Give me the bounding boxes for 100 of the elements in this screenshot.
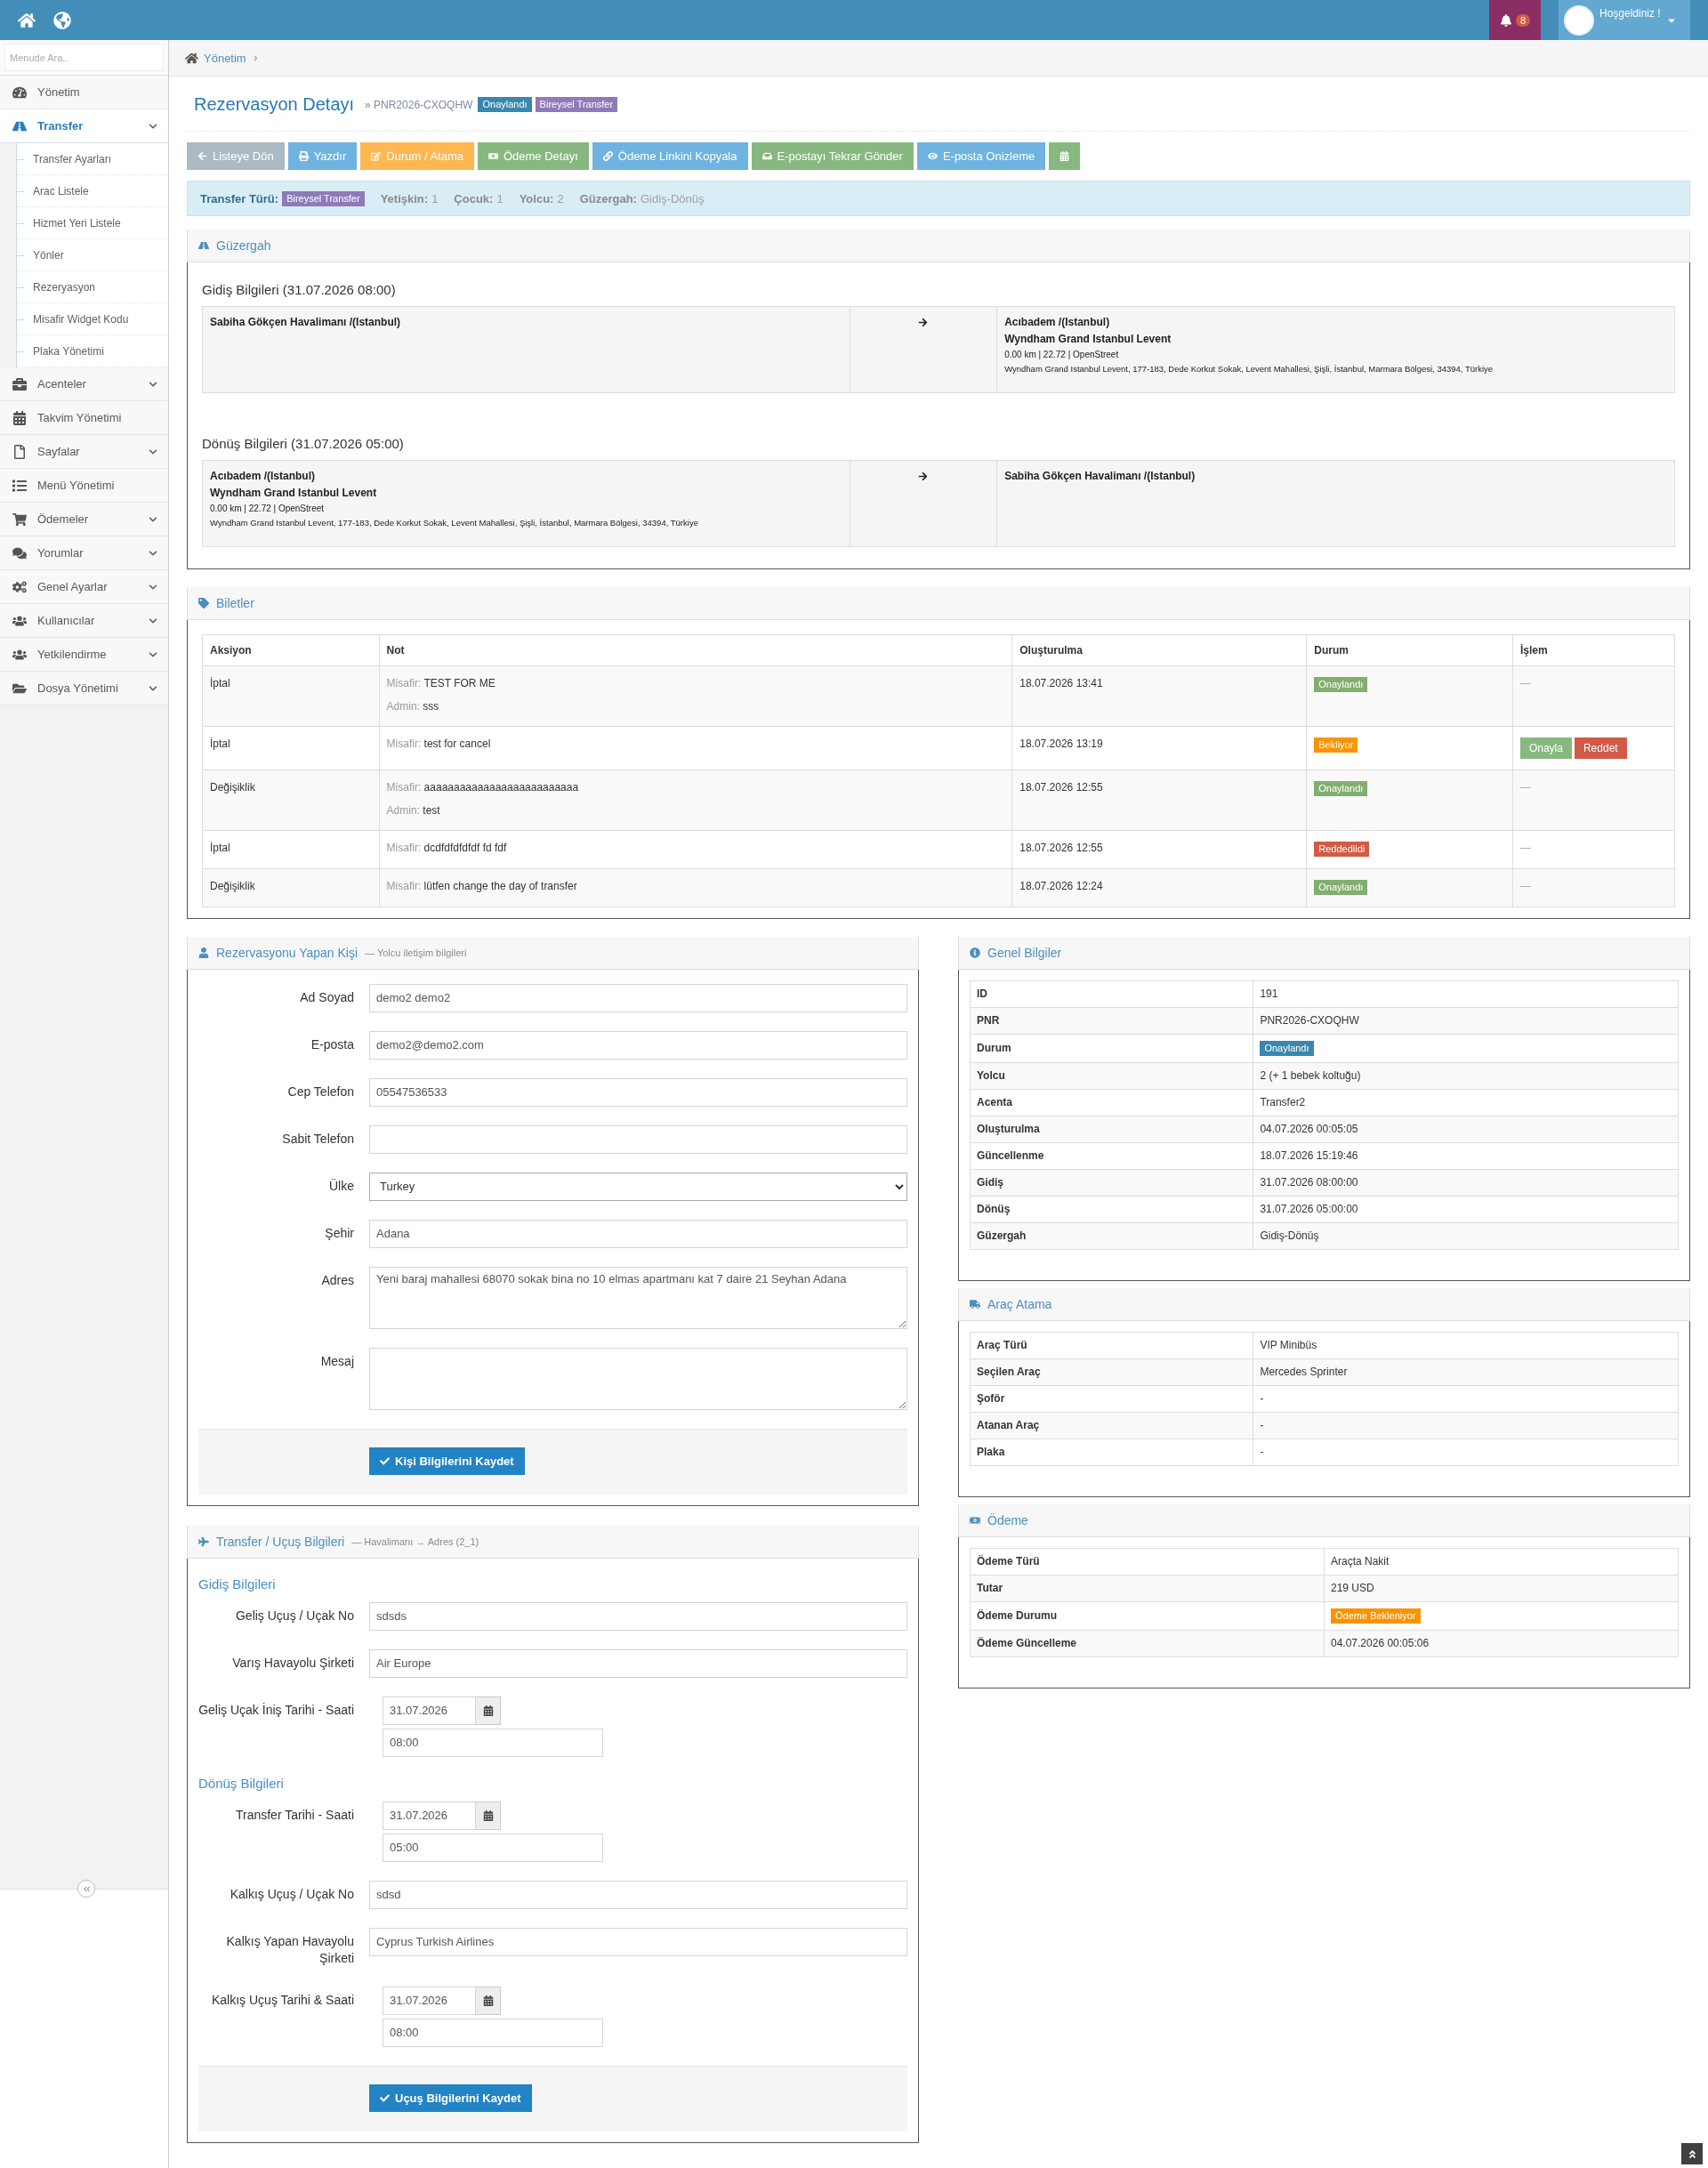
calendar-icon (11, 410, 28, 425)
sidebar-item[interactable]: Menü Yönetimi (0, 469, 168, 503)
empty-dash: — (1519, 879, 1531, 892)
action-button[interactable]: Reddet (1574, 737, 1627, 760)
calendar-button[interactable] (476, 1986, 501, 2015)
summary-label: Güzergah: (579, 191, 637, 206)
summary-label: Yetişkin: (380, 191, 429, 206)
sidebar-item[interactable]: Yorumlar (0, 536, 168, 570)
sidebar-subitem[interactable]: Yönler (17, 239, 168, 271)
sidebar-item[interactable]: Takvim Yönetimi (0, 401, 168, 435)
field-label: Geliş Uçuş / Uçak No (234, 1607, 354, 1624)
link-icon (602, 151, 613, 161)
chat-icon (11, 545, 28, 560)
sidebar-item[interactable]: Genel Ayarlar (0, 570, 168, 604)
calendar-button[interactable] (476, 1801, 501, 1830)
plane-icon (198, 1535, 209, 1547)
field-label: E-posta (310, 1036, 354, 1053)
row-value: Mercedes Sprinter (1253, 1358, 1679, 1386)
distance-text: 0.00 km | 22.72 | OpenStreet (1004, 350, 1120, 359)
save-button[interactable]: Uçuş Bilgilerini Kaydet (369, 2083, 532, 2112)
input-field[interactable] (369, 1124, 907, 1154)
sidebar-item[interactable]: Yetkilendirme (0, 638, 168, 672)
sidebar-item[interactable]: Kullanıcılar (0, 604, 168, 638)
row-value: 219 USD (1324, 1575, 1679, 1602)
truck-icon (970, 1298, 980, 1310)
row-value: - (1253, 1412, 1679, 1439)
sidebar-item[interactable]: Yönetim (0, 76, 168, 109)
calendar-button[interactable] (476, 1696, 501, 1725)
print-icon (298, 151, 309, 161)
field-label: Varış Havayolu Şirketi (231, 1654, 354, 1672)
time-field[interactable]: 08:00 (383, 2018, 603, 2047)
empty-dash: — (1519, 677, 1531, 689)
table-cell: 18.07.2026 13:41 (1011, 665, 1307, 727)
input-field[interactable]: Air Europe (369, 1648, 907, 1678)
column-header: Durum (1306, 634, 1513, 666)
status-badge: Onaylandı (1314, 677, 1368, 692)
sidebar-item[interactable]: Ödemeler (0, 503, 168, 536)
calendar-icon (482, 1705, 494, 1716)
bell-icon (1499, 13, 1512, 27)
field-label: Sabit Telefon (281, 1130, 354, 1148)
row-value: Transfer2 (1253, 1089, 1679, 1116)
sidebar-item[interactable]: Acenteler (0, 367, 168, 401)
field-label: Kalkış Uçuş / Uçak No (229, 1885, 354, 1903)
field-label: Kalkış Yapan Havayolu Şirketi (225, 1932, 354, 1968)
row-label: Durum (970, 1034, 1253, 1063)
road-icon (198, 240, 209, 251)
field-label: Kalkış Uçuş Tarihi & Saati (210, 1991, 354, 2009)
row-label: Araç Türü (970, 1332, 1253, 1359)
input-field[interactable]: Cyprus Turkish Airlines (369, 1927, 907, 1956)
summary-label: Çocuk: (454, 191, 494, 206)
input-field[interactable]: sdsds (369, 1601, 907, 1631)
sidebar-item[interactable]: Sayfalar (0, 435, 168, 469)
input-field[interactable]: demo2@demo2.com (369, 1030, 907, 1060)
greeting-text: Hoşgeldiniz ! (1599, 7, 1661, 20)
money-icon (970, 1514, 980, 1526)
home-icon[interactable] (18, 11, 36, 29)
summary-label: Transfer Türü: (200, 191, 279, 206)
leg-heading: Gidiş Bilgileri (31.07.2026 08:00) (202, 282, 397, 297)
input-field[interactable]: sdsd (369, 1880, 907, 1909)
field-label: Adres (320, 1271, 354, 1289)
menu-search-field[interactable]: Menude Ara.. (4, 44, 164, 71)
time-field[interactable]: 08:00 (383, 1728, 603, 1757)
sidebar-subitem[interactable]: Transfer Ayarları (17, 143, 168, 175)
row-label: Şoför (970, 1385, 1253, 1413)
sidebar-subitem[interactable]: Misafir Widget Kodu (17, 303, 168, 335)
sidebar-subitem[interactable]: Hizmet Yeri Listele (17, 207, 168, 239)
row-label: Ödeme Türü (970, 1548, 1325, 1576)
eye-icon (927, 151, 938, 161)
text-area[interactable]: Yeni baraj mahallesi 68070 sokak bina no 10 elmas apartmanı kat 7 daire 21 Seyhan Adana (369, 1266, 907, 1329)
notifications-button[interactable]: 8 (1489, 0, 1541, 40)
globe-icon[interactable] (53, 11, 71, 29)
note-text: Misafir: test for cancel (386, 737, 492, 752)
date-field[interactable]: 31.07.2026 (383, 1696, 476, 1725)
row-label: Dönüş (970, 1196, 1253, 1223)
briefcase-icon (11, 376, 28, 391)
field-label: Mesaj (319, 1352, 354, 1370)
arrow-right-icon (918, 318, 929, 328)
note-text: Misafir: TEST FOR ME (386, 677, 496, 691)
input-field[interactable]: Adana (369, 1219, 907, 1248)
sidebar-item[interactable]: Transfer (0, 109, 168, 143)
sidebar-item[interactable]: Dosya Yönetimi (0, 672, 168, 705)
country-select[interactable]: Turkey (369, 1172, 907, 1201)
input-field[interactable]: demo2 demo2 (369, 983, 907, 1012)
sidebar-subitem[interactable]: Rezeryasyon (17, 271, 168, 303)
table-cell: Değişiklik (202, 770, 380, 831)
scroll-top-button[interactable] (1681, 2143, 1703, 2164)
time-field[interactable]: 05:00 (383, 1833, 603, 1862)
home-icon[interactable] (185, 51, 198, 65)
sidebar-subitem[interactable]: Arac Listele (17, 175, 168, 207)
date-field[interactable]: 31.07.2026 (383, 1801, 476, 1830)
status-badge: Onaylandı (1260, 1040, 1314, 1056)
inbox-icon (761, 151, 772, 161)
row-label: Plaka (970, 1439, 1253, 1466)
collapse-button[interactable] (77, 1880, 95, 1898)
field-label: Transfer Tarihi - Saati (234, 1806, 354, 1824)
input-field[interactable]: 05547536533 (369, 1077, 907, 1107)
field-label: Şehir (324, 1224, 354, 1242)
save-button[interactable]: Kişi Bilgilerini Kaydet (369, 1447, 525, 1475)
address-text: Wyndham Grand Istanbul Levent, 177-183, Dede Korkut Sokak, Levent Mahallesi, Şişli, İstanbul, Marmara Bölgesi, 34394, Türkiye (210, 518, 699, 528)
date-field[interactable]: 31.07.2026 (383, 1986, 476, 2015)
